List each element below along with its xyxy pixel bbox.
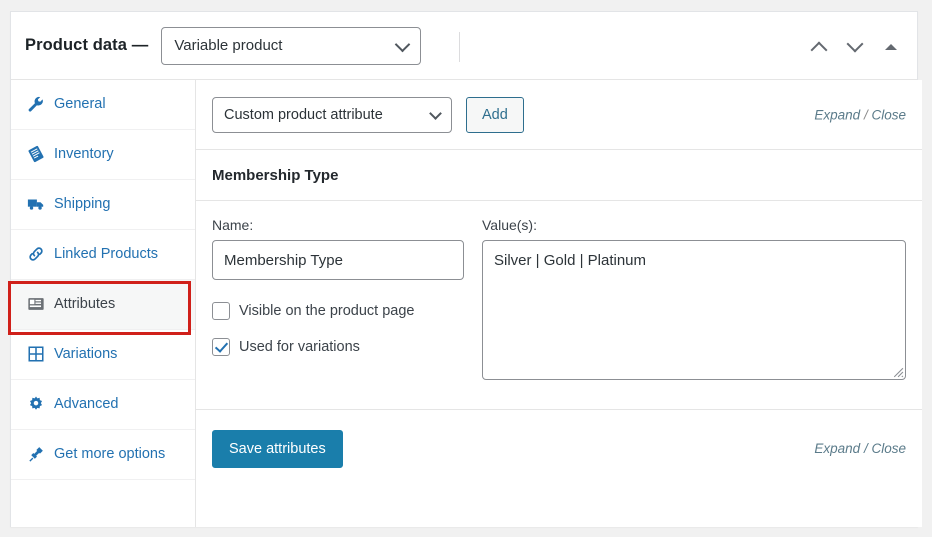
- sidebar-item-label: Get more options: [54, 444, 165, 465]
- sidebar-item-label: Shipping: [54, 194, 110, 215]
- toggle-panel-button[interactable]: [881, 36, 901, 56]
- product-type-select[interactable]: Variable product: [161, 27, 421, 65]
- used-for-variations-row[interactable]: Used for variations: [212, 338, 470, 356]
- used-for-variations-checkbox[interactable]: [212, 338, 230, 356]
- page-title: Product data —: [25, 36, 148, 55]
- header-divider: [459, 32, 460, 62]
- wrench-icon: [27, 95, 45, 113]
- chevron-down-icon: [429, 107, 442, 120]
- attribute-type-select[interactable]: Custom product attribute: [212, 97, 452, 133]
- sidebar-item-linked-products[interactable]: Linked Products: [11, 230, 195, 280]
- attribute-values-label: Value(s):: [482, 217, 906, 233]
- sidebar-item-get-more-options[interactable]: Get more options: [11, 430, 195, 480]
- product-data-tabs: General Inventory: [11, 80, 196, 527]
- sidebar-item-label: Attributes: [54, 294, 115, 315]
- truck-icon: [27, 195, 45, 213]
- visible-on-product-page-label: Visible on the product page: [239, 303, 414, 319]
- sidebar-item-label: General: [54, 94, 106, 115]
- attribute-name-label: Name:: [212, 217, 470, 233]
- attribute-type-value: Custom product attribute: [224, 107, 383, 123]
- sidebar-item-shipping[interactable]: Shipping: [11, 180, 195, 230]
- used-for-variations-label: Used for variations: [239, 339, 360, 355]
- attribute-name-column: Name: Visible on the product page Used f…: [212, 217, 470, 385]
- expand-link[interactable]: Expand: [814, 107, 860, 122]
- sidebar-item-variations[interactable]: Variations: [11, 330, 195, 380]
- visible-on-product-page-row[interactable]: Visible on the product page: [212, 302, 470, 320]
- sidebar-item-label: Linked Products: [54, 244, 158, 265]
- sidebar-item-label: Inventory: [54, 144, 114, 165]
- sidebar-item-general[interactable]: General: [11, 80, 195, 130]
- product-data-metabox: Product data — Variable product: [10, 11, 918, 527]
- clipboard-icon: [27, 145, 45, 163]
- close-link[interactable]: Close: [871, 107, 906, 122]
- product-type-value: Variable product: [174, 37, 282, 54]
- sidebar-item-inventory[interactable]: Inventory: [11, 130, 195, 180]
- save-attributes-button[interactable]: Save attributes: [212, 430, 343, 468]
- attribute-name-input[interactable]: [212, 240, 464, 280]
- sidebar-item-attributes[interactable]: Attributes: [11, 280, 195, 330]
- attribute-heading: Membership Type: [196, 150, 922, 201]
- visible-on-product-page-checkbox[interactable]: [212, 302, 230, 320]
- chevron-up-icon: [811, 42, 828, 59]
- expand-close-links-top[interactable]: Expand / Close: [814, 107, 906, 122]
- attribute-values-column: Value(s):: [470, 217, 906, 385]
- move-down-button[interactable]: [845, 35, 867, 57]
- screen: Product data — Variable product: [0, 0, 932, 537]
- sidebar-item-label: Advanced: [54, 394, 119, 415]
- sidebar-item-label: Variations: [54, 344, 117, 365]
- link-separator: /: [864, 107, 868, 122]
- move-up-button[interactable]: [809, 35, 831, 57]
- link-separator: /: [864, 441, 868, 456]
- chevron-down-icon: [395, 36, 411, 52]
- expand-close-links-bottom[interactable]: Expand / Close: [814, 441, 906, 456]
- gear-icon: [27, 395, 45, 413]
- attribute-values-wrap: [482, 240, 906, 380]
- close-link[interactable]: Close: [871, 441, 906, 456]
- metabox-order-actions: [809, 12, 907, 80]
- plugin-icon: [27, 445, 45, 463]
- link-icon: [27, 245, 45, 263]
- chevron-down-icon: [847, 36, 864, 53]
- attributes-panel: Custom product attribute Add Expand / Cl…: [196, 80, 922, 527]
- attributes-panel-icon: [27, 295, 45, 313]
- grid-icon: [27, 345, 45, 363]
- attribute-values-textarea[interactable]: [482, 240, 906, 380]
- attributes-toolbar: Custom product attribute Add Expand / Cl…: [196, 80, 922, 150]
- expand-link[interactable]: Expand: [814, 441, 860, 456]
- metabox-header: Product data — Variable product: [11, 12, 917, 80]
- triangle-up-icon: [885, 44, 897, 50]
- add-attribute-button[interactable]: Add: [466, 97, 524, 133]
- attribute-fields: Name: Visible on the product page Used f…: [196, 201, 922, 385]
- attributes-footer: Save attributes Expand / Close: [196, 409, 922, 487]
- metabox-body: General Inventory: [11, 80, 917, 527]
- sidebar-item-advanced[interactable]: Advanced: [11, 380, 195, 430]
